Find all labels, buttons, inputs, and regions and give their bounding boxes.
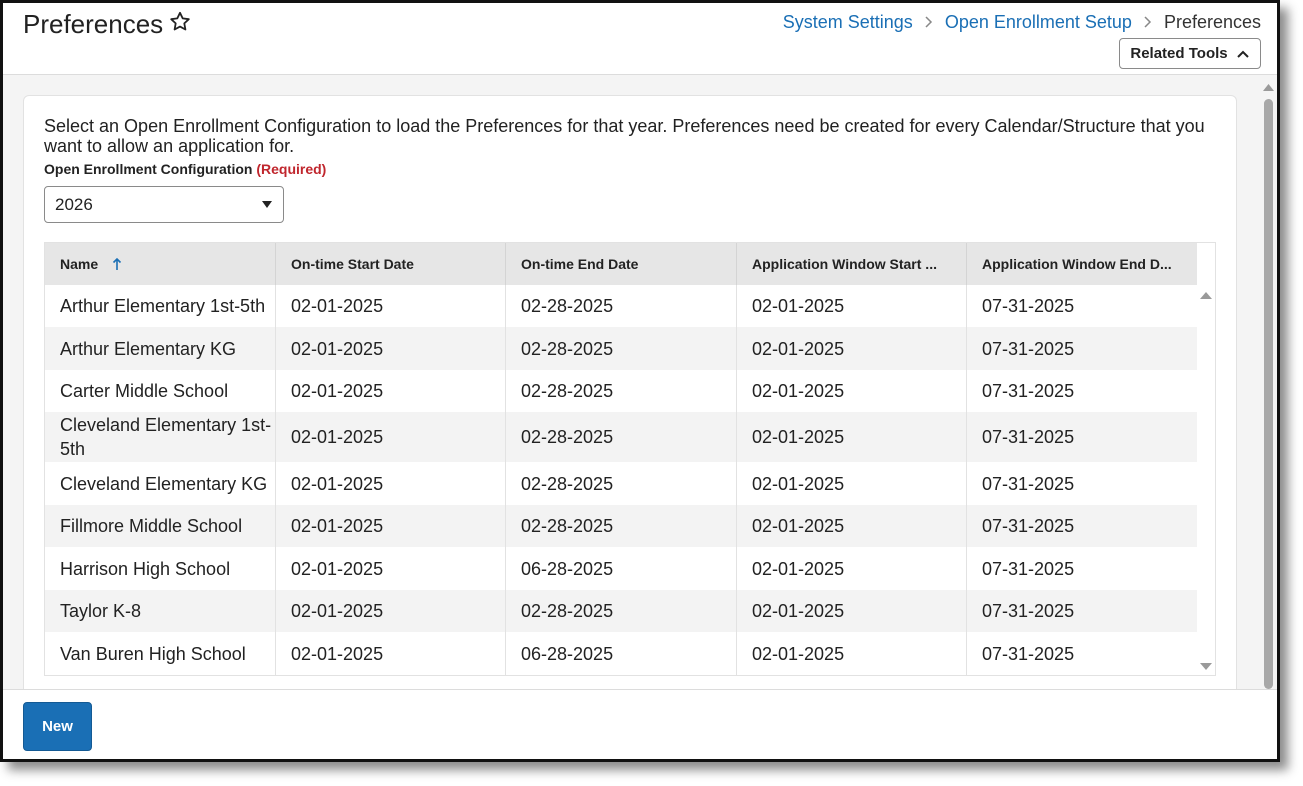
cell-name: Harrison High School (45, 547, 276, 590)
config-label-text: Open Enrollment Configuration (44, 161, 253, 177)
cell-ontime-end: 02-28-2025 (506, 462, 737, 505)
breadcrumb-system-settings[interactable]: System Settings (783, 10, 913, 34)
related-tools-button[interactable]: Related Tools (1119, 38, 1261, 69)
app-window: Preferences System Settings Open Enrollm… (0, 0, 1280, 762)
cell-ontime-start: 02-01-2025 (276, 505, 506, 547)
cell-name: Cleveland Elementary 1st-5th (45, 412, 276, 462)
new-button[interactable]: New (23, 702, 92, 751)
table-body: Arthur Elementary 1st-5th 02-01-2025 02-… (45, 285, 1197, 675)
cell-name: Van Buren High School (45, 632, 276, 675)
cell-ontime-end: 06-28-2025 (506, 547, 737, 590)
cell-name: Carter Middle School (45, 370, 276, 412)
intro-text: Select an Open Enrollment Configuration … (44, 116, 1205, 156)
required-indicator: (Required) (256, 161, 327, 177)
chevron-right-icon (1144, 16, 1151, 28)
cell-window-start: 02-01-2025 (737, 547, 967, 590)
cell-name: Arthur Elementary 1st-5th (45, 285, 276, 327)
cell-name: Arthur Elementary KG (45, 327, 276, 370)
cell-window-end: 07-31-2025 (982, 473, 1075, 494)
table-row[interactable]: Taylor K-8 02-01-2025 02-28-2025 02-01-2… (45, 590, 1197, 632)
scroll-up-icon[interactable] (1263, 83, 1274, 91)
table-row[interactable]: Van Buren High School 02-01-2025 06-28-2… (45, 632, 1197, 675)
cell-ontime-end: 02-28-2025 (506, 412, 737, 462)
breadcrumb-current: Preferences (1163, 12, 1261, 32)
cell-ontime-start: 02-01-2025 (276, 327, 506, 370)
page-header: Preferences System Settings Open Enrollm… (3, 3, 1277, 75)
page-scrollbar[interactable] (1259, 75, 1277, 689)
cell-window-end: 07-31-2025 (982, 601, 1075, 621)
cell-window-end: 07-31-2025 (982, 296, 1075, 316)
cell-window-start: 02-01-2025 (737, 327, 967, 370)
chevron-right-icon (925, 16, 932, 28)
cell-window-end: 07-31-2025 (982, 643, 1075, 664)
table-row[interactable]: Fillmore Middle School 02-01-2025 02-28-… (45, 505, 1197, 547)
cell-ontime-start: 02-01-2025 (276, 547, 506, 590)
cell-ontime-start: 02-01-2025 (276, 412, 506, 462)
cell-ontime-start: 02-01-2025 (276, 462, 506, 505)
table-row[interactable]: Carter Middle School 02-01-2025 02-28-20… (45, 370, 1197, 412)
chevron-up-icon (1236, 50, 1249, 58)
cell-window-start: 02-01-2025 (737, 412, 967, 462)
breadcrumb-open-enrollment-setup[interactable]: Open Enrollment Setup (945, 10, 1132, 34)
page-title: Preferences (23, 9, 164, 39)
config-label: Open Enrollment Configuration (Required) (44, 161, 326, 177)
cell-window-start: 02-01-2025 (737, 285, 967, 327)
cell-name: Taylor K-8 (45, 590, 276, 632)
cell-window-end: 07-31-2025 (982, 338, 1075, 359)
action-bar: New (3, 689, 1277, 759)
cell-ontime-start: 02-01-2025 (276, 370, 506, 412)
column-header-window-end[interactable]: Application Window End D... (967, 243, 1197, 285)
cell-window-start: 02-01-2025 (737, 462, 967, 505)
column-header-ontime-end[interactable]: On-time End Date (506, 243, 737, 285)
cell-window-end: 07-31-2025 (982, 427, 1075, 447)
table-row[interactable]: Harrison High School 02-01-2025 06-28-20… (45, 547, 1197, 590)
cell-ontime-start: 02-01-2025 (276, 285, 506, 327)
cell-name: Cleveland Elementary KG (45, 462, 276, 505)
cell-window-end: 07-31-2025 (982, 381, 1075, 401)
caret-down-icon (262, 201, 272, 208)
column-header-name[interactable]: Name (45, 243, 276, 285)
cell-ontime-start: 02-01-2025 (276, 632, 506, 675)
config-select[interactable]: 2026 (44, 186, 284, 223)
cell-window-start: 02-01-2025 (737, 370, 967, 412)
cell-window-end: 07-31-2025 (982, 558, 1075, 579)
related-tools-label: Related Tools (1130, 45, 1228, 62)
cell-ontime-end: 02-28-2025 (506, 327, 737, 370)
table-row[interactable]: Arthur Elementary 1st-5th 02-01-2025 02-… (45, 285, 1197, 327)
cell-ontime-end: 06-28-2025 (506, 632, 737, 675)
scroll-up-icon[interactable] (1200, 291, 1212, 299)
cell-name: Fillmore Middle School (45, 505, 276, 547)
star-icon[interactable] (168, 10, 192, 34)
cell-window-end: 07-31-2025 (982, 516, 1075, 536)
column-header-ontime-start[interactable]: On-time Start Date (276, 243, 506, 285)
table-row[interactable]: Arthur Elementary KG 02-01-2025 02-28-20… (45, 327, 1197, 370)
table-scrollbar[interactable] (1197, 285, 1215, 675)
cell-ontime-start: 02-01-2025 (276, 590, 506, 632)
cell-ontime-end: 02-28-2025 (506, 285, 737, 327)
sort-ascending-icon (112, 257, 122, 270)
table-row[interactable]: Cleveland Elementary 1st-5th 02-01-2025 … (45, 412, 1197, 462)
scrollbar-thumb[interactable] (1264, 99, 1273, 689)
config-select-value: 2026 (55, 195, 93, 214)
cell-window-start: 02-01-2025 (737, 505, 967, 547)
column-header-window-start[interactable]: Application Window Start ... (737, 243, 967, 285)
table-header: Name On-time Start Date On-time End Date… (45, 243, 1197, 285)
preferences-panel: Select an Open Enrollment Configuration … (23, 95, 1237, 715)
breadcrumb: System Settings Open Enrollment Setup Pr… (783, 10, 1261, 34)
preferences-table: Name On-time Start Date On-time End Date… (44, 242, 1216, 676)
scroll-down-icon[interactable] (1200, 663, 1212, 671)
cell-window-start: 02-01-2025 (737, 632, 967, 675)
cell-ontime-end: 02-28-2025 (506, 370, 737, 412)
column-header-label: Name (60, 256, 99, 272)
table-row[interactable]: Cleveland Elementary KG 02-01-2025 02-28… (45, 462, 1197, 505)
cell-window-start: 02-01-2025 (737, 590, 967, 632)
cell-ontime-end: 02-28-2025 (506, 590, 737, 632)
cell-ontime-end: 02-28-2025 (506, 505, 737, 547)
